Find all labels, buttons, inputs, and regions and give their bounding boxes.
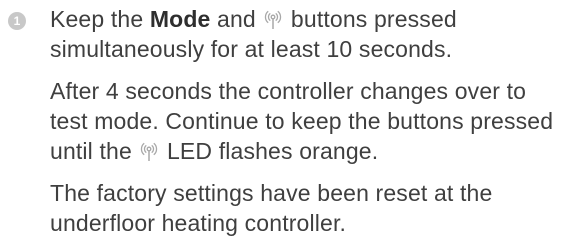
instruction-paragraph: Keep the Mode and buttons pressed simulta…: [50, 4, 560, 64]
instruction-text-end: buttons pressed: [284, 6, 457, 32]
instruction-text-mid: and: [210, 6, 263, 32]
mode-button-label: Mode: [149, 6, 211, 32]
instruction-body: Keep the Mode and buttons pressed simulta…: [50, 4, 560, 238]
result-text: The factory settings have been reset at …: [50, 180, 493, 236]
instruction-text-start: Keep the: [50, 6, 150, 32]
instruction-text-line2: simultaneously for at least 10 seconds.: [50, 36, 453, 62]
step-marker: 1: [8, 12, 26, 30]
radio-antenna-icon: [263, 8, 283, 30]
note-text-part2: LED flashes orange.: [160, 138, 379, 164]
step-number: 1: [13, 14, 21, 28]
note-paragraph: After 4 seconds the controller changes o…: [50, 76, 560, 166]
radio-antenna-icon: [139, 140, 159, 162]
result-paragraph: The factory settings have been reset at …: [50, 178, 560, 238]
